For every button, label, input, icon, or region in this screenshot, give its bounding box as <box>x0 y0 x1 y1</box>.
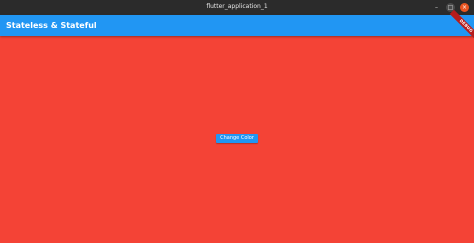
app-bar-title: Stateless & Stateful <box>6 21 97 30</box>
minimize-icon[interactable]: – <box>432 3 441 12</box>
app-window: flutter_application_1 – □ × Stateless & … <box>0 0 474 243</box>
app-bar: Stateless & Stateful <box>0 15 474 36</box>
window-title: flutter_application_1 <box>206 3 268 10</box>
window-controls: – □ × <box>427 3 469 12</box>
body-background: Change Color <box>0 36 474 243</box>
window-titlebar[interactable]: flutter_application_1 – □ × <box>0 0 474 15</box>
change-color-button[interactable]: Change Color <box>216 134 258 143</box>
close-icon[interactable]: × <box>460 3 469 12</box>
